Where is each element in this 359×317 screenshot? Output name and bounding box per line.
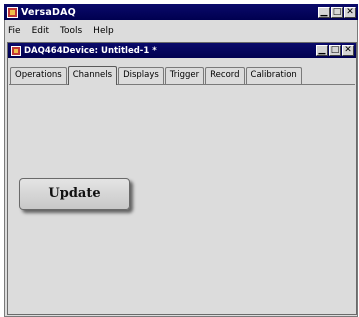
document-icon	[11, 45, 21, 56]
menu-bar: Fie Edit Tools Help	[5, 21, 357, 40]
document-window-controls: ▁ □ ✕	[316, 45, 354, 56]
tab-strip: Operations Channels Displays Trigger Rec…	[10, 64, 303, 85]
menu-tools[interactable]: Tools	[60, 26, 82, 36]
app-icon	[7, 6, 18, 18]
menu-help[interactable]: Help	[93, 26, 114, 36]
tab-channels[interactable]: Channels	[67, 66, 118, 85]
menu-file[interactable]: Fie	[8, 26, 21, 36]
document-title: DAQ464Device: Untitled-1 *	[24, 45, 157, 56]
app-titlebar[interactable]: VersaDAQ ▁ □ ✕	[4, 4, 358, 20]
tab-record[interactable]: Record	[205, 67, 245, 84]
tab-calibration[interactable]: Calibration	[245, 67, 302, 84]
close-button[interactable]: ✕	[344, 6, 356, 18]
update-button[interactable]: Update	[19, 178, 130, 210]
tab-displays[interactable]: Displays	[118, 67, 164, 84]
tab-trigger[interactable]: Trigger	[164, 67, 205, 84]
tab-operations[interactable]: Operations	[10, 67, 67, 84]
minimize-button[interactable]: ▁	[318, 6, 330, 18]
maximize-button[interactable]: □	[331, 6, 343, 18]
app-title: VersaDAQ	[21, 6, 76, 18]
menu-edit[interactable]: Edit	[32, 26, 49, 36]
app-window-controls: ▁ □ ✕	[318, 6, 356, 18]
document-minimize-button[interactable]: ▁	[316, 45, 328, 56]
document-maximize-button[interactable]: □	[329, 45, 341, 56]
document-titlebar[interactable]: DAQ464Device: Untitled-1 * ▁ □ ✕	[8, 43, 356, 58]
document-close-button[interactable]: ✕	[342, 45, 354, 56]
